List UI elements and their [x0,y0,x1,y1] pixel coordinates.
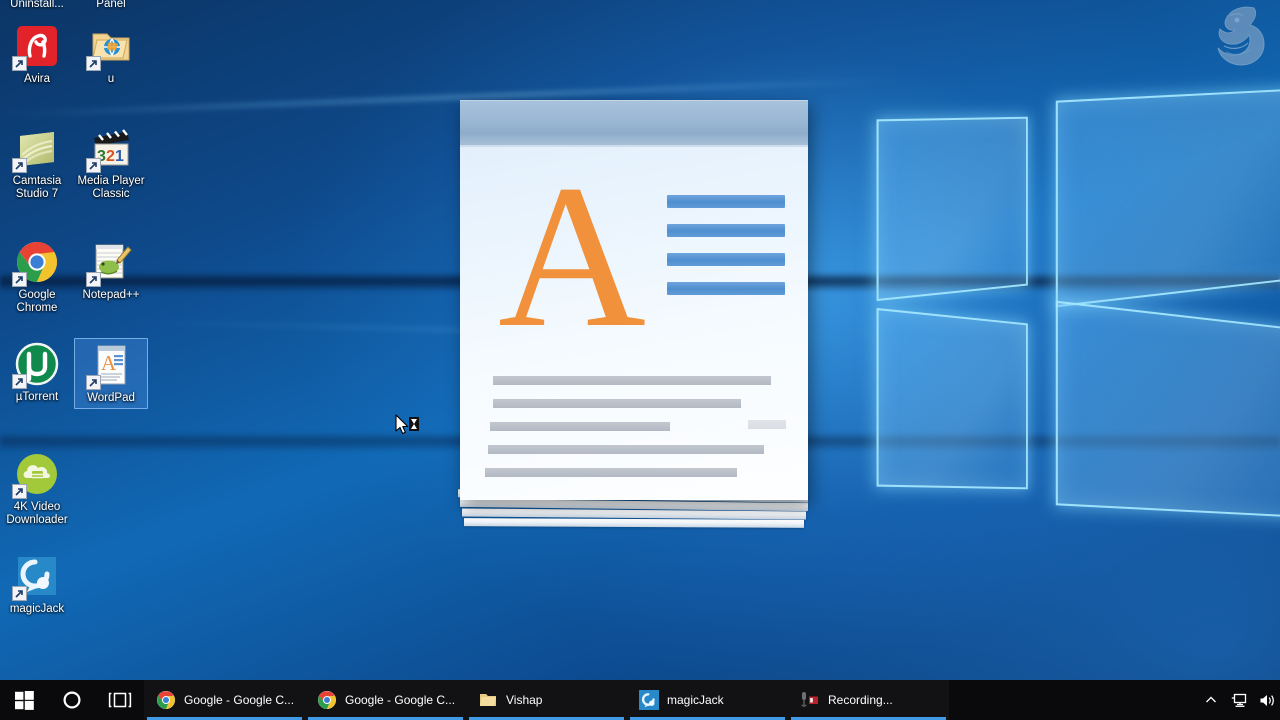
desktop-icon-4k-video-downloader[interactable]: 4K Video Downloader [0,448,74,530]
chrome-icon [317,690,337,710]
wordpad-splash-graphic: A [452,100,824,540]
taskbar-button-magicjack[interactable]: magicJack [627,680,788,720]
desktop-icon-notepad-plus-plus[interactable]: Notepad++ [74,236,148,305]
windows-logo-icon [14,690,34,710]
cortana-circle-icon [63,691,81,709]
volume-icon[interactable] [1254,680,1280,720]
splash-body-line [493,376,771,385]
shortcut-arrow-icon [86,56,101,71]
media-player-classic-icon: 3 2 1 [86,124,135,173]
windows-logo-wallpaper [862,87,1280,558]
taskbar[interactable]: Google - Google C... Google - Google C..… [0,680,1280,720]
dragon-watermark-icon [1217,6,1265,66]
splash-header-bar [460,100,808,147]
desktop-icon-label: u [107,73,115,85]
shortcut-arrow-icon [12,374,27,389]
desktop-icon-label: Media Player Classic [77,175,145,200]
desktop-icon-media-player-classic[interactable]: 3 2 1 Media Player Classic [74,122,148,204]
desktop-icon-google-chrome[interactable]: Google Chrome [0,236,74,318]
taskbar-button-label: Google - Google C... [184,693,295,707]
splash-body-line [748,420,786,429]
page-stack-edge [463,518,805,528]
desktop-icon-label: Google Chrome [16,289,58,314]
utorrent-icon [12,340,61,389]
system-tray [1198,680,1280,720]
notepad-plus-plus-icon [86,238,135,287]
camtasia-icon [12,124,61,173]
chrome-icon [156,690,176,710]
taskbar-button-vishap[interactable]: Vishap [466,680,627,720]
splash-heading-bar [667,195,785,208]
show-hidden-icons-chevron-icon[interactable] [1198,680,1224,720]
splash-heading-bar [667,282,785,295]
cut-label-uninstall: Uninstall... [10,0,64,10]
window-pane-bottom-left [876,307,1028,490]
window-pane-top-right [1055,87,1280,308]
4k-video-downloader-icon [12,450,61,499]
taskbar-button-label: magicJack [667,693,724,707]
shortcut-arrow-icon [12,56,27,71]
desktop-background[interactable]: Uninstall... Panel Avira u Camtasia Stud… [0,0,1280,680]
shortcut-arrow-icon [12,158,27,173]
desktop-icon-label: Camtasia Studio 7 [12,175,62,200]
arrow-busy-cursor [395,414,419,435]
desktop-icon-label: µTorrent [15,391,59,403]
taskbar-buttons: Google - Google C... Google - Google C..… [144,680,1198,720]
desktop-icon-label: Avira [24,73,50,85]
taskbar-button-recording[interactable]: Recording... [788,680,949,720]
taskbar-button-chrome-1[interactable]: Google - Google C... [144,680,305,720]
window-pane-bottom-right [1055,300,1280,519]
taskbar-button-chrome-2[interactable]: Google - Google C... [305,680,466,720]
taskbar-button-label: Recording... [828,693,893,707]
splash-heading-bar [667,253,785,266]
desktop-icon-label: Notepad++ [82,289,140,301]
desktop-icon-utorrent[interactable]: µTorrent [0,338,74,407]
desktop-icon-label: WordPad [87,392,135,404]
svg-text:1: 1 [115,148,124,165]
shortcut-arrow-icon [12,484,27,499]
splash-body-line [488,445,764,454]
desktop-icon-grid: Uninstall... Panel Avira u Camtasia Stud… [0,0,160,660]
shortcut-arrow-icon [12,272,27,287]
chrome-icon [12,238,61,287]
shortcut-arrow-icon [86,375,101,390]
shortcut-arrow-icon [12,586,27,601]
cut-label-panel: Panel [96,0,126,10]
desktop-icon-label: 4K Video Downloader [6,501,68,526]
cortana-search-button[interactable] [48,680,96,720]
splash-body-line [490,422,670,431]
task-view-button[interactable] [96,680,144,720]
wordpad-icon: A [86,341,135,390]
magicjack-icon [12,552,61,601]
avira-icon [12,22,61,71]
window-pane-top-left [876,116,1028,302]
folder-icon [478,690,498,710]
recorder-icon [800,690,820,710]
shortcut-arrow-icon [86,158,101,173]
network-icon[interactable] [1226,680,1252,720]
splash-body-line [485,468,737,477]
shortcut-arrow-icon [86,272,101,287]
folder-internet-icon [86,22,135,71]
svg-text:2: 2 [106,148,115,165]
desktop-icon-avira[interactable]: Avira [0,20,74,89]
taskbar-button-label: Google - Google C... [345,693,456,707]
taskbar-button-label: Vishap [506,693,543,707]
desktop-icon-magicjack[interactable]: magicJack [0,550,74,619]
desktop-icon-u[interactable]: u [74,20,148,89]
desktop-icon-label: magicJack [9,603,65,615]
start-button[interactable] [0,680,48,720]
task-view-icon [108,692,132,708]
magicjack-icon [639,690,659,710]
splash-letter-a: A [498,143,647,370]
desktop-icon-wordpad[interactable]: A WordPad [74,338,148,409]
splash-page-front: A [460,100,808,500]
splash-heading-bar [667,224,785,237]
splash-body-line [493,399,741,408]
desktop-icon-camtasia-studio-7[interactable]: Camtasia Studio 7 [0,122,74,204]
